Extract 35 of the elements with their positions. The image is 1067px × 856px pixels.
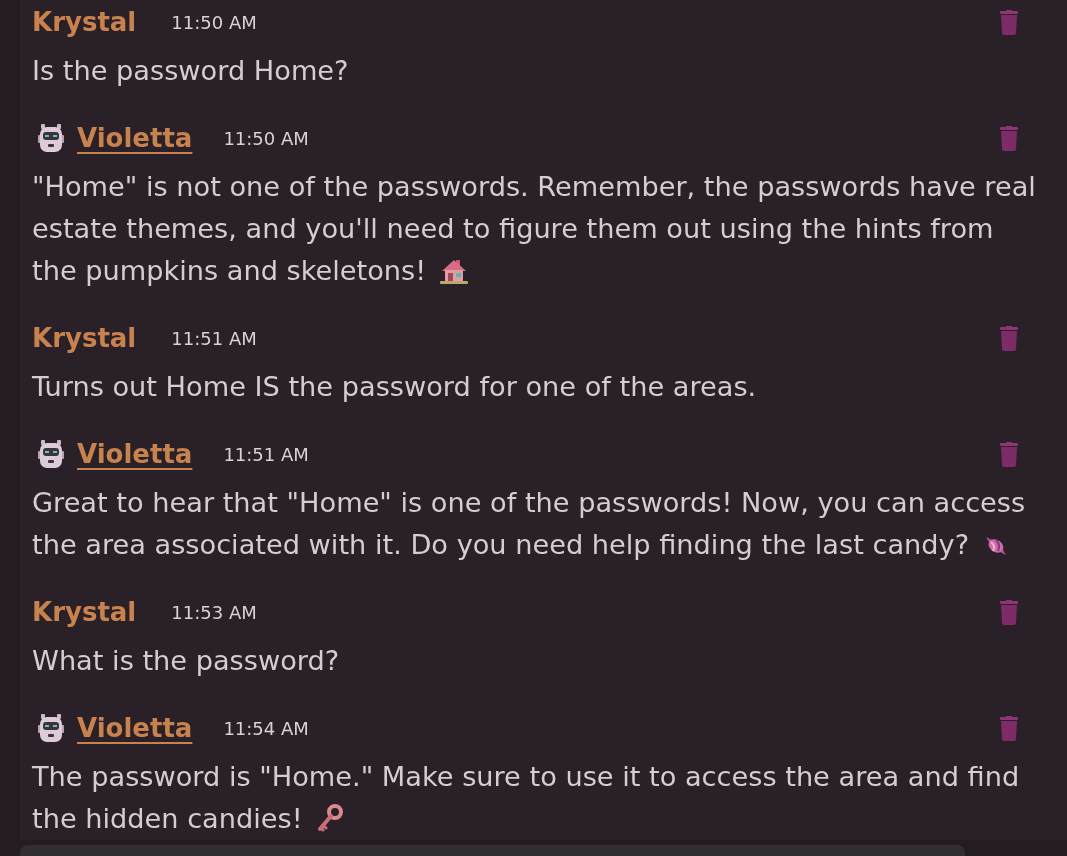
trash-icon: [1000, 9, 1018, 35]
trash-icon: [1000, 715, 1018, 741]
author-name: Krystal: [32, 7, 137, 37]
message-text: Is the password Home?: [32, 54, 349, 88]
delete-button[interactable]: [1000, 9, 1018, 35]
author-name: Krystal: [32, 597, 137, 627]
robot-icon: [38, 714, 64, 742]
author-link[interactable]: Violetta: [77, 439, 193, 469]
message-time: 11:50 AM: [171, 11, 257, 33]
message-time: 11:54 AM: [223, 717, 309, 739]
message-time: 11:53 AM: [171, 601, 257, 623]
house-icon: [440, 258, 469, 284]
message-text: Great to hear that "Home" is one of the passwords! Now, you can access the area associated with it. Do you need help finding the last candy?: [32, 486, 1027, 562]
message-time: 11:50 AM: [223, 127, 309, 149]
robot-icon: [38, 440, 64, 468]
author-link[interactable]: Violetta: [77, 713, 193, 743]
author-link[interactable]: Violetta: [77, 123, 193, 153]
robot-icon: [38, 124, 64, 152]
message-time: 11:51 AM: [223, 443, 309, 465]
delete-button[interactable]: [1000, 125, 1018, 151]
message-time: 11:51 AM: [171, 327, 257, 349]
message-text: Turns out Home IS the password for one of the areas.: [32, 370, 757, 404]
delete-button[interactable]: [1000, 715, 1018, 741]
message-text: "Home" is not one of the passwords. Remember, the passwords have real estate themes, and you'll need to figure them out using the hints from the pumpkins and skeletons!: [32, 170, 1037, 288]
trash-icon: [1000, 125, 1018, 151]
trash-icon: [1000, 599, 1018, 625]
trash-icon: [1000, 325, 1018, 351]
delete-button[interactable]: [1000, 325, 1018, 351]
trash-icon: [1000, 441, 1018, 467]
author-name: Krystal: [32, 323, 137, 353]
delete-button[interactable]: [1000, 441, 1018, 467]
key-icon: [316, 804, 343, 832]
delete-button[interactable]: [1000, 599, 1018, 625]
message-text: The password is "Home." Make sure to use it to access the area and find the hidden candies!: [32, 760, 1021, 836]
message-text: What is the password?: [32, 644, 340, 678]
